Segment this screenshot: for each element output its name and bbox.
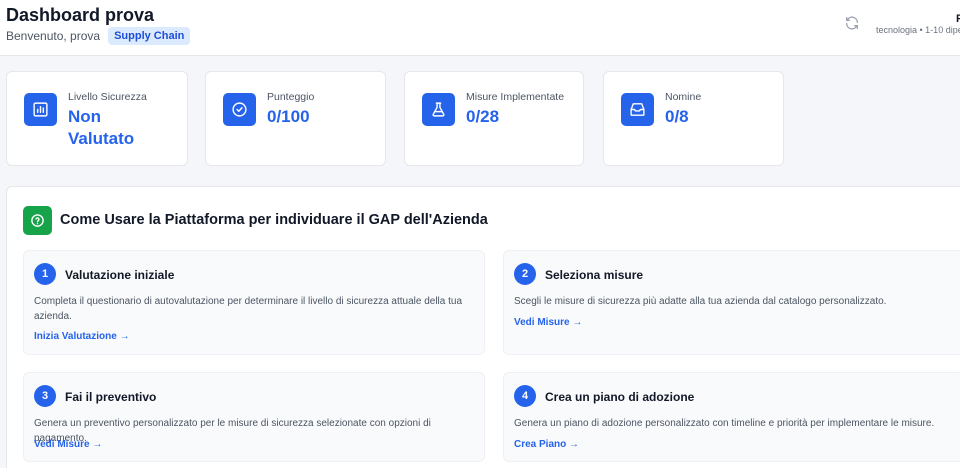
stat-card-security-level: Livello Sicurezza Non Valutato (6, 71, 188, 166)
stat-value: Non Valutato (68, 107, 135, 148)
stat-label: Livello Sicurezza (68, 91, 147, 103)
guide-panel: Come Usare la Piattaforma per individuar… (6, 186, 960, 468)
guide-title: Come Usare la Piattaforma per individuar… (60, 212, 488, 228)
check-circle-icon (223, 93, 256, 126)
step-title: Crea un piano di adozione (545, 390, 695, 404)
step-number: 4 (514, 385, 536, 407)
step-description: Completa il questionario di autovalutazi… (34, 296, 463, 322)
step-title: Valutazione iniziale (65, 268, 175, 282)
page-title: Dashboard prova (6, 5, 155, 25)
stat-label: Punteggio (267, 91, 315, 103)
help-circle-icon (23, 206, 52, 235)
user-name[interactable]: P (956, 13, 960, 25)
step-title: Seleziona misure (545, 268, 644, 282)
create-plan-link[interactable]: Crea Piano → (514, 439, 579, 450)
view-measures-link[interactable]: Vedi Misure → (34, 439, 102, 450)
inbox-icon (621, 93, 654, 126)
stat-label: Nomine (665, 91, 702, 103)
sector-badge: Supply Chain (108, 27, 191, 45)
stat-value: 0/28 (466, 107, 500, 126)
step-card-2: 2 Seleziona misure Scegli le misure di s… (503, 250, 960, 355)
stat-card-measures: Misure Implementate 0/28 (404, 71, 584, 166)
stat-value: 0/100 (267, 107, 310, 126)
company-meta: tecnologia • 1-10 dipe (876, 25, 960, 35)
welcome-text: Benvenuto, prova (6, 29, 101, 43)
step-description: Scegli le misure di sicurezza più adatte… (514, 296, 887, 307)
refresh-icon[interactable] (844, 15, 860, 31)
step-card-4: 4 Crea un piano di adozione Genera un pi… (503, 372, 960, 462)
stat-label: Misure Implementate (466, 91, 565, 103)
step-number: 1 (34, 263, 56, 285)
bar-chart-icon (24, 93, 57, 126)
step-number: 3 (34, 385, 56, 407)
step-description: Genera un piano di adozione personalizza… (514, 418, 935, 429)
stat-card-score: Punteggio 0/100 (205, 71, 386, 166)
step-card-1: 1 Valutazione iniziale Completa il quest… (23, 250, 485, 355)
subtitle-row: Benvenuto, prova Supply Chain (6, 27, 191, 45)
stat-value: 0/8 (665, 107, 689, 126)
step-card-3: 3 Fai il preventivo Genera un preventivo… (23, 372, 485, 462)
top-header: Dashboard prova Benvenuto, prova Supply … (0, 0, 960, 56)
step-number: 2 (514, 263, 536, 285)
start-assessment-link[interactable]: Inizia Valutazione → (34, 331, 130, 342)
flask-icon (422, 93, 455, 126)
stat-card-appointments: Nomine 0/8 (603, 71, 784, 166)
view-measures-link[interactable]: Vedi Misure → (514, 317, 582, 328)
step-title: Fai il preventivo (65, 390, 157, 404)
